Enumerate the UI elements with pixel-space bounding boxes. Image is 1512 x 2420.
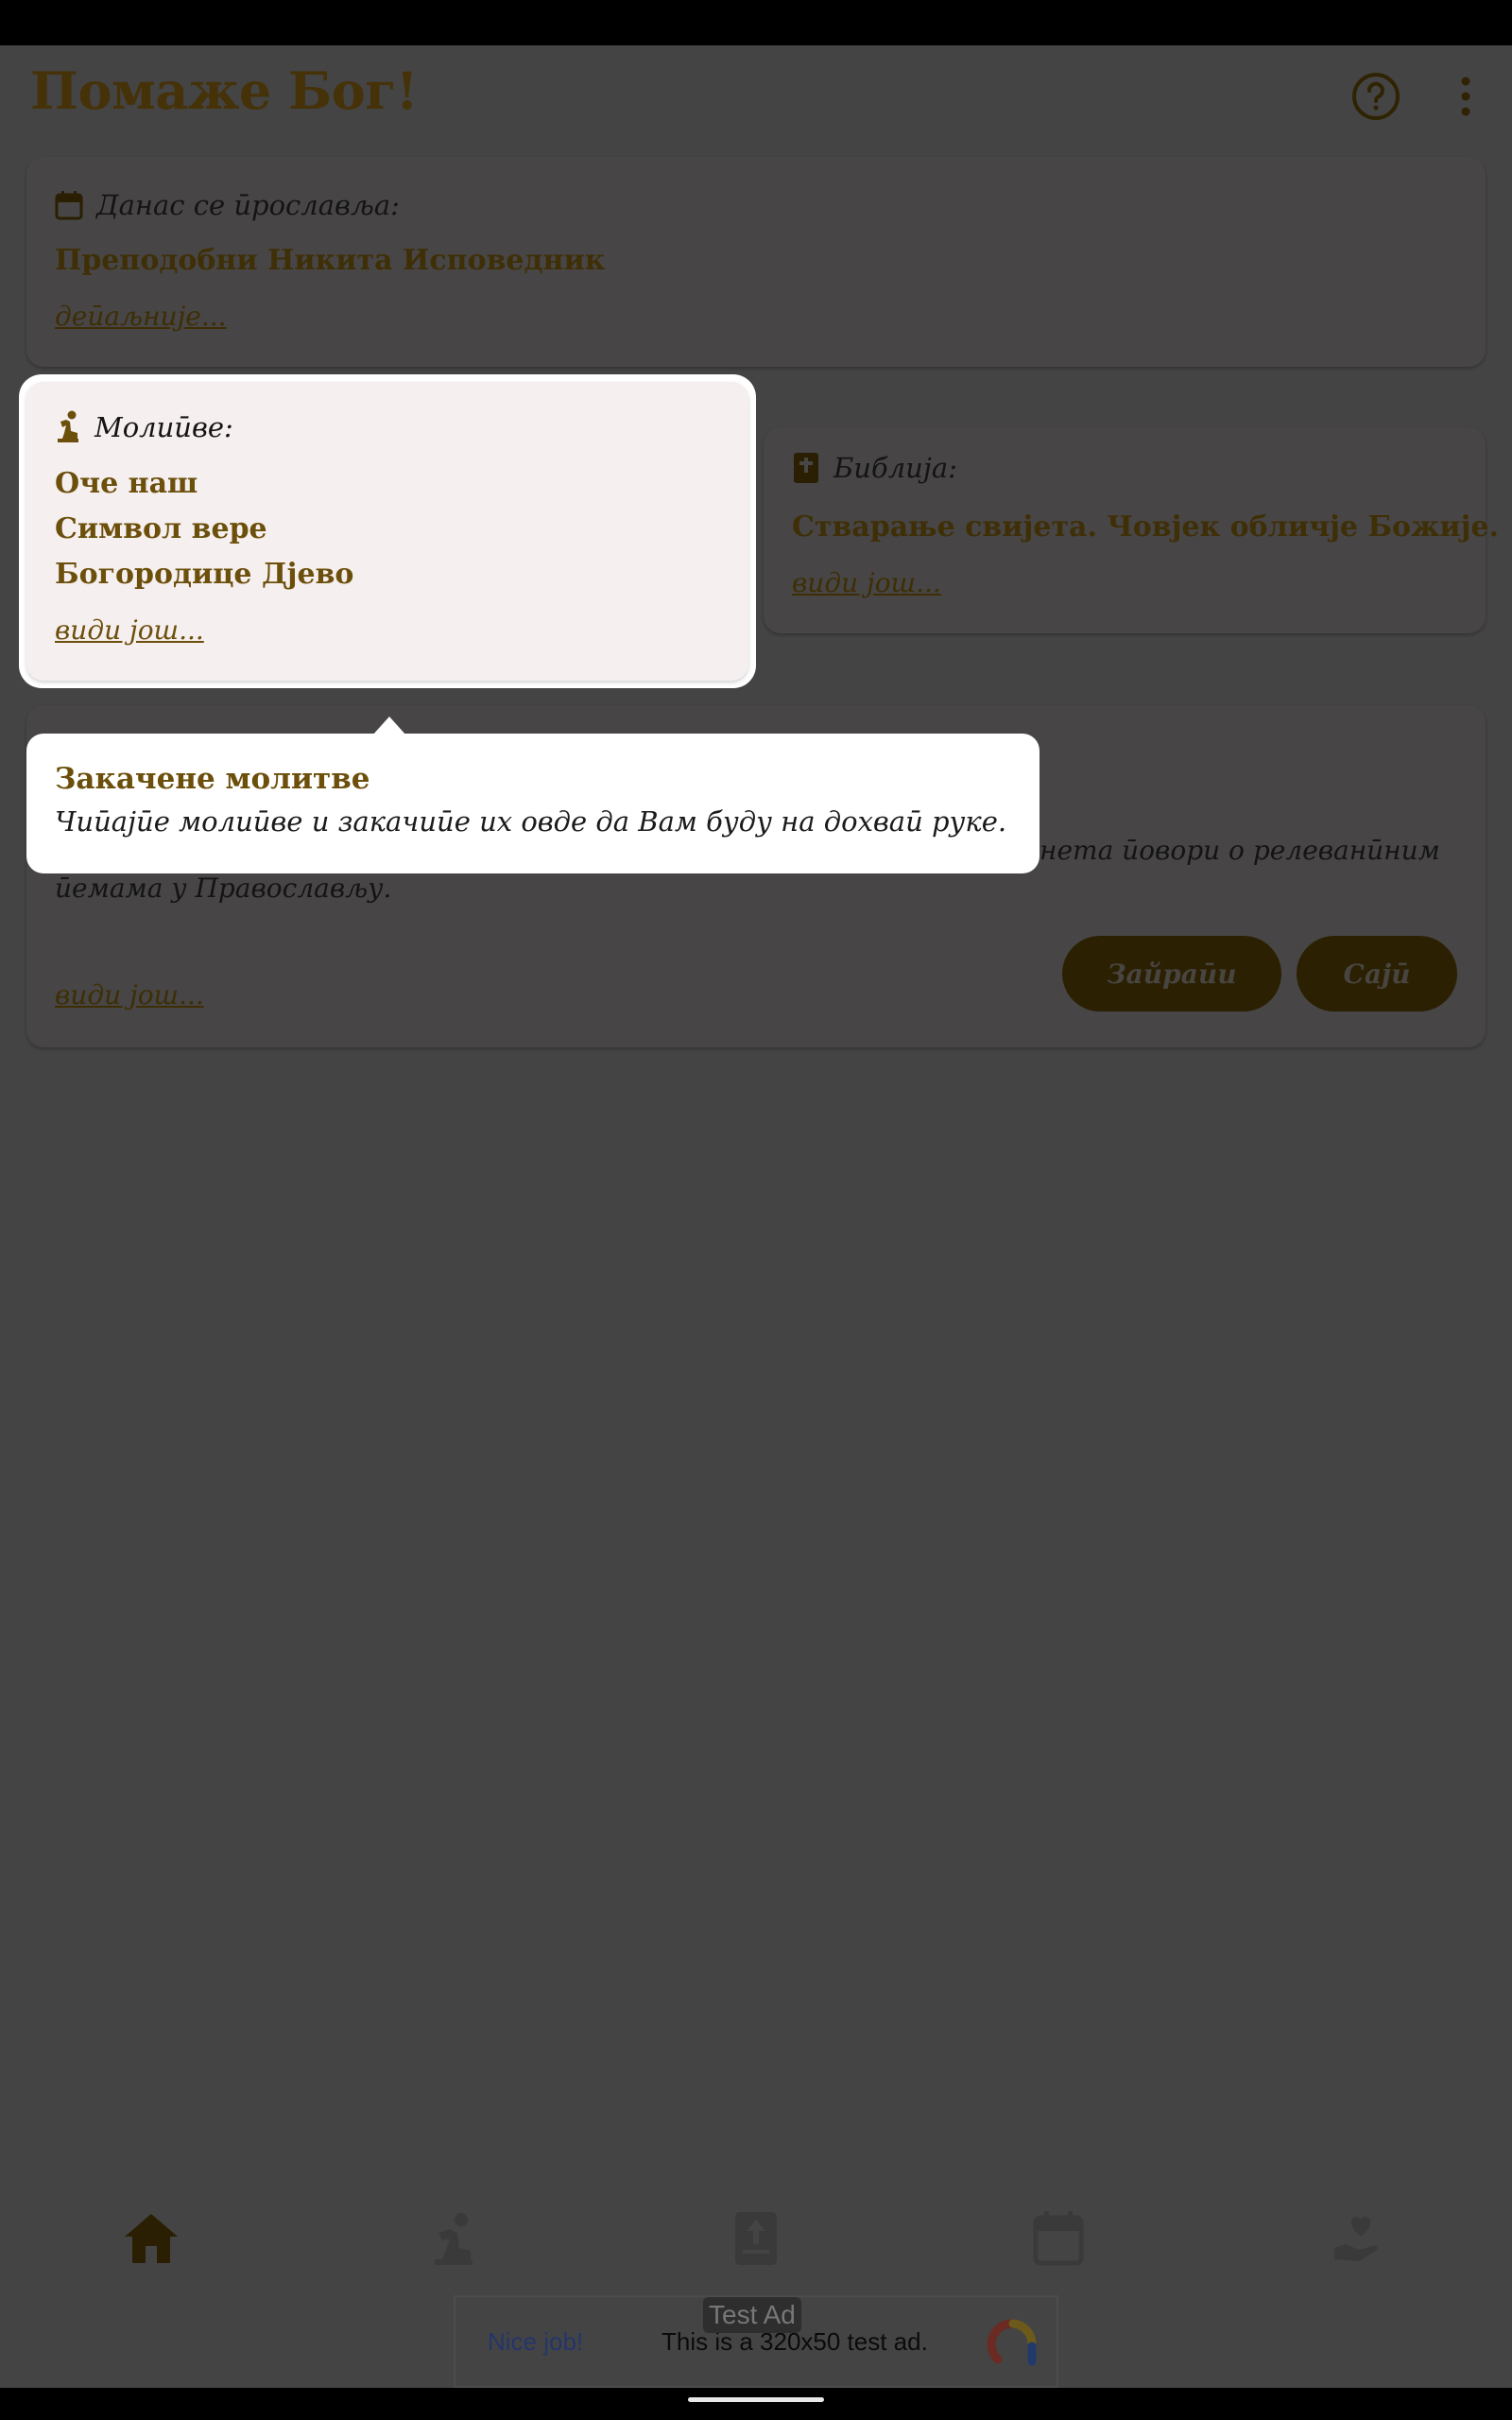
bible-label: Библија: (833, 452, 957, 484)
prayer-item[interactable]: Оче наш (55, 467, 198, 500)
tooltip-title: Закачене молитве (55, 762, 370, 796)
today-details-link[interactable]: деӣаљније... (55, 301, 227, 332)
hand-heart-icon[interactable] (1331, 2208, 1391, 2269)
praying-person-icon[interactable] (423, 2208, 484, 2269)
bottom-navigation (0, 2193, 1512, 2278)
prayer-item[interactable]: Богородице Дјево (55, 558, 353, 591)
bible-book-icon (794, 453, 818, 483)
podcast-description-line2: ӣемама у Православљу. (55, 873, 392, 904)
prayer-item[interactable]: Символ вере (55, 512, 267, 545)
today-saint-card[interactable]: Данас се ӣрославља: Преподобни Никита Ис… (26, 157, 1486, 367)
play-button[interactable]: Зайраӣи (1062, 936, 1281, 1011)
ad-nice-text: Nice job! (488, 2327, 584, 2356)
status-bar (0, 0, 1512, 45)
tooltip-arrow (372, 717, 406, 735)
bible-see-more-link[interactable]: види још... (792, 567, 941, 598)
onboarding-tooltip[interactable]: Закачене молитве Чиӣајӣе молиӣве и закач… (26, 734, 1040, 873)
prayers-see-more-link[interactable]: види још... (55, 614, 204, 646)
bible-card[interactable]: Библија: Стварање свијета. Човјек обличј… (764, 427, 1499, 633)
podcast-description-line1: нета ӣовори о релеванӣним (1040, 835, 1440, 866)
calendar-icon[interactable] (1028, 2208, 1089, 2269)
home-icon[interactable] (121, 2208, 181, 2269)
website-button[interactable]: Сајӣ (1297, 936, 1457, 1011)
prayers-label: Молиӣве: (94, 411, 233, 443)
bible-book-icon[interactable] (726, 2208, 786, 2269)
ad-logo-icon (987, 2319, 1037, 2366)
help-circle-icon[interactable] (1349, 70, 1402, 123)
today-label: Данас се ӣрославља: (96, 189, 400, 221)
bible-reading-title: Стварање свијета. Човјек обличје Божије. (792, 510, 1499, 544)
calendar-icon (55, 191, 83, 220)
prayers-card[interactable]: Молиӣве: Оче наш Символ вере Богородице … (26, 382, 748, 681)
today-saint-name: Преподобни Никита Исповедник (55, 244, 606, 277)
more-vert-icon[interactable] (1446, 70, 1486, 123)
system-nav-bar (0, 2388, 1512, 2420)
praying-person-icon (58, 410, 78, 442)
podcast-see-more-link[interactable]: види још... (55, 979, 204, 1011)
test-ad-badge: Test Ad (703, 2297, 801, 2333)
home-gesture-handle[interactable] (688, 2397, 824, 2402)
app-title: Помаже Бог! (30, 60, 419, 121)
tooltip-body: Чиӣајӣе молиӣве и закачиӣе их овде да Ва… (55, 805, 1007, 838)
